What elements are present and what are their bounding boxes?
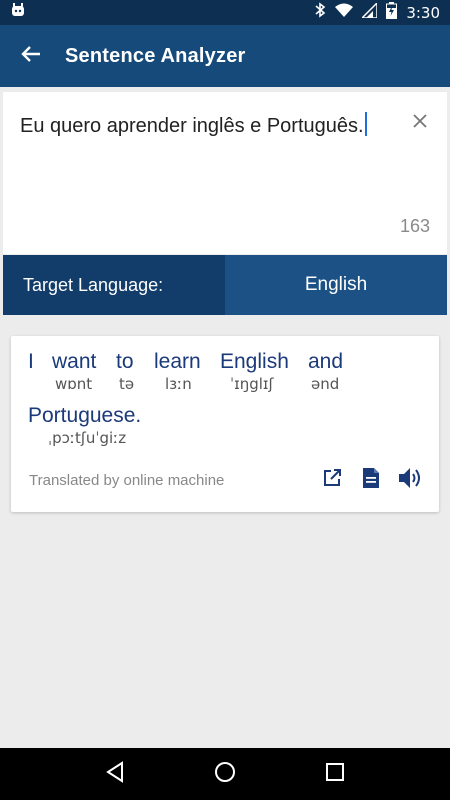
word-text: Portuguese. [28, 404, 142, 427]
square-recents-icon [326, 762, 344, 786]
app-bar: Sentence Analyzer [0, 25, 450, 87]
word-item[interactable]: to tə [116, 350, 134, 393]
open-external-button[interactable] [320, 468, 344, 492]
arrow-back-icon [21, 44, 41, 69]
target-language-row: Target Language: English [3, 255, 447, 315]
translation-credit: Translated by online machine [29, 472, 225, 489]
word-text: I [28, 350, 34, 373]
word-item[interactable]: want wɒnt [52, 350, 96, 393]
word-phonetic: lɜːn [165, 375, 192, 393]
word-text: English [220, 350, 289, 373]
clear-button[interactable] [411, 112, 429, 130]
open-in-new-icon [322, 468, 342, 493]
target-language-selector[interactable]: English [225, 255, 447, 315]
play-audio-button[interactable] [398, 467, 422, 494]
battery-icon [386, 1, 398, 24]
speaker-icon [398, 467, 422, 494]
target-language-label: Target Language: [3, 255, 225, 315]
word-text: learn [154, 350, 201, 373]
nav-home-button[interactable] [210, 759, 240, 789]
android-app-icon [10, 2, 26, 23]
word-item[interactable]: Portuguese. ˌpɔːtʃuˈgiːz [28, 404, 141, 447]
cellular-signal-icon [360, 0, 379, 23]
word-item[interactable]: and ənd [308, 350, 343, 393]
sentence-input[interactable]: Eu quero aprender inglês e Português. [20, 112, 400, 139]
triangle-back-icon [105, 760, 125, 788]
status-bar: 3:30 [0, 0, 450, 25]
translation-result-card: I want wɒnt to tə learn lɜːn English ˈɪŋ… [11, 336, 439, 512]
word-item[interactable]: I [28, 350, 34, 375]
wifi-icon [335, 3, 354, 22]
word-phonetic: tə [119, 375, 135, 393]
circle-home-icon [214, 761, 236, 788]
back-button[interactable] [0, 25, 62, 87]
sentence-input-card[interactable]: Eu quero aprender inglês e Português. 16… [3, 92, 447, 254]
nav-recents-button[interactable] [320, 759, 350, 789]
word-phonetic: wɒnt [55, 375, 93, 393]
word-text: want [52, 350, 97, 373]
status-time: 3:30 [406, 3, 440, 22]
document-icon [362, 467, 380, 494]
nav-back-button[interactable] [100, 759, 130, 789]
close-icon [411, 114, 429, 134]
status-right: 3:30 [314, 0, 440, 24]
system-navigation-bar [0, 748, 450, 800]
word-text: and [308, 350, 344, 373]
word-phonetic: ˈɪŋglɪʃ [230, 375, 274, 393]
bluetooth-icon [314, 2, 326, 23]
status-left [10, 2, 26, 23]
word-phonetic: ˌpɔːtʃuˈgiːz [48, 429, 127, 447]
page-title: Sentence Analyzer [65, 44, 246, 67]
word-item[interactable]: English ˈɪŋglɪʃ [220, 350, 289, 393]
character-count: 163 [399, 216, 430, 236]
word-phonetic: ənd [311, 375, 340, 393]
word-item[interactable]: learn lɜːn [154, 350, 201, 393]
sentence-input-text: Eu quero aprender inglês e Português. [20, 115, 364, 137]
view-document-button[interactable] [359, 467, 383, 494]
text-caret [364, 112, 367, 136]
word-text: to [116, 350, 134, 373]
